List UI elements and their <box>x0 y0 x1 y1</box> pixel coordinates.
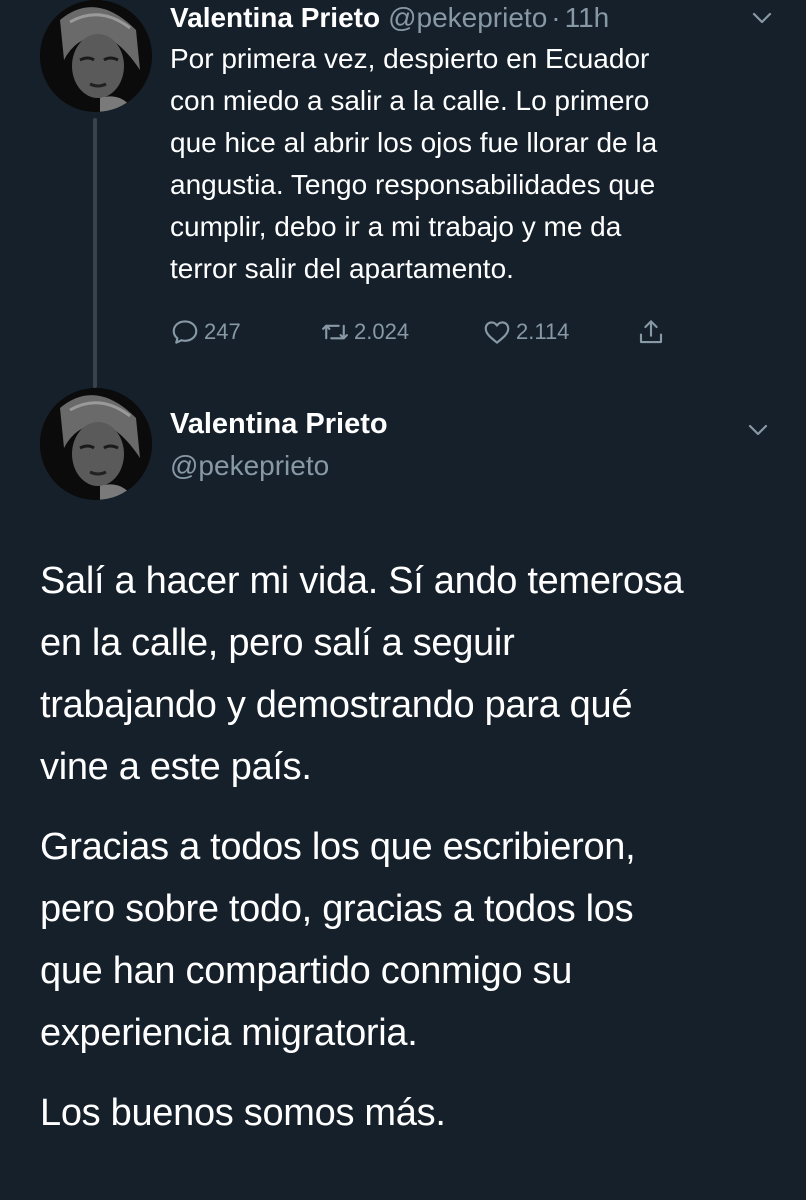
tweet-text-line: angustia. Tengo responsabilidades que <box>170 169 656 200</box>
tweet-header: Valentina Prieto @pekeprieto · 11h <box>170 0 609 36</box>
tweet-text-line: terror salir del apartamento. <box>170 253 514 284</box>
tweet-timestamp[interactable]: 11h <box>565 2 610 34</box>
share-icon <box>639 320 663 344</box>
tweet-text-line: con miedo a salir a la calle. Lo primero <box>170 85 650 116</box>
avatar-photo <box>40 388 152 500</box>
tweet-text-line: que hice al abrir los ojos fue llorar de… <box>170 127 658 158</box>
tweet-text-line: Salí a hacer mi vida. Sí ando temerosa <box>40 560 684 602</box>
author-handle[interactable]: @pekeprieto <box>388 2 547 34</box>
tweet-text-line: Los buenos somos más. <box>40 1092 446 1134</box>
tweet-text-line: cumplir, debo ir a mi trabajo y me da <box>170 211 622 242</box>
tweet-paragraph: Salí a hacer mi vida. Sí ando temerosa e… <box>40 550 780 798</box>
tweet-text: Salí a hacer mi vida. Sí ando temerosa e… <box>40 550 780 1162</box>
share-button[interactable] <box>636 312 670 352</box>
reply-count: 247 <box>204 319 241 344</box>
avatar-photo <box>40 0 152 112</box>
like-count: 2.114 <box>516 319 570 344</box>
author-avatar[interactable] <box>40 388 152 500</box>
reply-icon <box>172 320 198 344</box>
retweet-button[interactable]: 2.024 <box>320 312 409 352</box>
tweet-text-line: en la calle, pero salí a seguir <box>40 622 515 664</box>
like-button[interactable]: 2.114 <box>482 312 569 352</box>
tweet-paragraph: Gracias a todos los que escribieron, per… <box>40 816 780 1064</box>
retweet-count: 2.024 <box>354 319 410 344</box>
thread-connector-line <box>93 118 97 388</box>
retweet-icon <box>322 324 348 340</box>
author-name[interactable]: Valentina Prieto <box>170 2 380 34</box>
author-name[interactable]: Valentina Prieto <box>170 408 388 441</box>
like-icon <box>484 321 510 344</box>
tweet-text-line: Por primera vez, despierto en Ecuador <box>170 43 650 74</box>
chevron-down-icon[interactable] <box>750 6 774 30</box>
chevron-down-icon[interactable] <box>746 418 770 442</box>
author-avatar[interactable] <box>40 0 152 112</box>
tweet-text-line: Gracias a todos los que escribieron, <box>40 826 636 868</box>
separator-dot: · <box>551 2 561 33</box>
reply-button[interactable]: 247 <box>170 312 241 352</box>
tweet-thread: Valentina Prieto @pekeprieto · 11h Por p… <box>0 0 806 1200</box>
tweet-actions: 247 2.024 2.114 <box>170 312 690 352</box>
tweet-text-line: que han compartido conmigo su <box>40 950 573 992</box>
tweet-text-line: experiencia migratoria. <box>40 1012 418 1054</box>
author-handle[interactable]: @pekeprieto <box>170 450 329 482</box>
tweet-text: Por primera vez, despierto en Ecuador co… <box>170 38 770 290</box>
tweet-text-line: trabajando y demostrando para qué <box>40 684 633 726</box>
tweet-text-line: vine a este país. <box>40 746 312 788</box>
tweet-text-line: pero sobre todo, gracias a todos los <box>40 888 634 930</box>
tweet-paragraph: Los buenos somos más. <box>40 1082 780 1144</box>
